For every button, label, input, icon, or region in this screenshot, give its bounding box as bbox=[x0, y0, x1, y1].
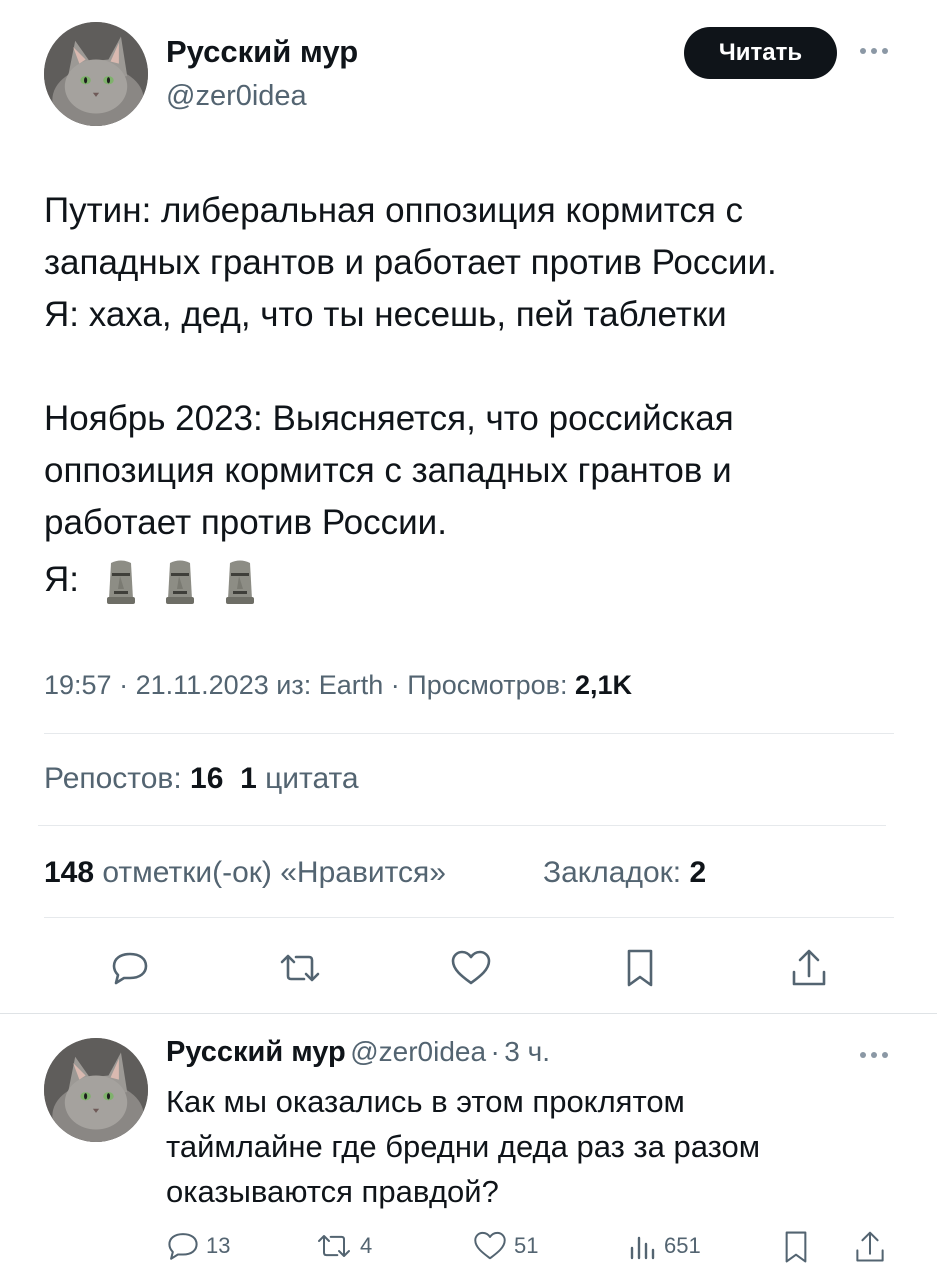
tweet-text-line: Я: bbox=[44, 560, 79, 599]
reply-reply-button[interactable]: 13 bbox=[166, 1230, 230, 1262]
quotes-count: 1 bbox=[240, 762, 257, 795]
reply-text-line: Как мы оказались в этом проклятом bbox=[166, 1084, 685, 1119]
like-button[interactable] bbox=[444, 944, 498, 992]
more-options-icon[interactable] bbox=[860, 48, 888, 54]
meta-separator: · bbox=[490, 1036, 500, 1067]
tweet-text-line: Путин: либеральная оппозиция кормится с bbox=[44, 191, 744, 230]
cat-avatar-image bbox=[44, 1038, 148, 1142]
reply-action-bar: 13 4 51 651 bbox=[166, 1230, 896, 1270]
reply-count: 13 bbox=[206, 1233, 231, 1258]
reposts-label: Репостов: bbox=[44, 762, 182, 795]
views-count: 651 bbox=[664, 1233, 701, 1258]
reply-views-button[interactable]: 651 bbox=[628, 1230, 701, 1262]
source-prefix: из: bbox=[276, 670, 312, 700]
quotes-label: цитата bbox=[265, 762, 359, 795]
bookmarks-stat[interactable]: Закладок: 2 bbox=[543, 856, 706, 890]
likes-stat[interactable]: 148 отметки(-ок) «Нравится» bbox=[44, 856, 446, 890]
like-count: 51 bbox=[514, 1233, 539, 1258]
repost-icon bbox=[280, 954, 320, 982]
divider bbox=[44, 733, 894, 734]
reply-more-options-icon[interactable] bbox=[860, 1052, 888, 1058]
repost-button[interactable] bbox=[272, 944, 328, 992]
moai-emoji-icon bbox=[226, 560, 255, 604]
avatar[interactable] bbox=[44, 22, 148, 126]
tweet-text-line: Ноябрь 2023: Выясняется, что российская bbox=[44, 399, 734, 438]
share-button[interactable] bbox=[786, 944, 832, 992]
moai-emoji-icon bbox=[166, 560, 195, 604]
moai-emoji-icon bbox=[106, 560, 135, 604]
reply-bookmark-button[interactable] bbox=[782, 1230, 810, 1264]
share-icon bbox=[792, 949, 826, 986]
bookmark-button[interactable] bbox=[618, 944, 662, 992]
repost-icon bbox=[318, 1235, 350, 1257]
like-icon bbox=[474, 1231, 506, 1260]
cat-avatar-image bbox=[44, 22, 148, 126]
reply-text-line: таймлайне где бредни деда раз за разом bbox=[166, 1129, 761, 1164]
meta-separator: · bbox=[390, 670, 408, 700]
author-handle[interactable]: @zer0idea bbox=[166, 80, 307, 113]
tweet-text-line: западных грантов и работает против Росси… bbox=[44, 243, 777, 282]
reply-icon bbox=[112, 952, 148, 985]
reply-like-button[interactable]: 51 bbox=[472, 1230, 538, 1262]
bookmarks-count: 2 bbox=[689, 856, 707, 889]
bookmark-icon bbox=[785, 1231, 807, 1263]
divider bbox=[44, 917, 894, 918]
views-icon bbox=[630, 1236, 655, 1260]
views-count: 2,1K bbox=[574, 670, 633, 700]
divider bbox=[38, 825, 886, 826]
likes-label: отметки(-ок) «Нравится» bbox=[102, 856, 446, 889]
reply-button[interactable] bbox=[104, 944, 156, 992]
tweet-text-line: Я: хаха, дед, что ты несешь, пей таблетк… bbox=[44, 295, 727, 334]
tweet-text-line: работает против России. bbox=[44, 503, 447, 542]
reply-author-name[interactable]: Русский мур bbox=[166, 1036, 346, 1068]
reply-header: Русский мур @zer0idea · 3 ч. bbox=[166, 1036, 550, 1069]
reply-icon bbox=[168, 1233, 198, 1260]
repost-count: 4 bbox=[360, 1233, 373, 1258]
reply-avatar[interactable] bbox=[44, 1038, 148, 1142]
tweet-source: Earth bbox=[318, 670, 384, 700]
views-label: Просмотров: bbox=[407, 670, 568, 700]
divider bbox=[0, 1013, 937, 1014]
tweet-text-last-line: Я: bbox=[44, 554, 258, 606]
reply-repost-button[interactable]: 4 bbox=[314, 1230, 372, 1262]
share-icon bbox=[856, 1231, 884, 1262]
like-icon bbox=[451, 950, 491, 985]
tweet-date[interactable]: 21.11.2023 bbox=[136, 670, 269, 700]
reply-text-line: оказываются правдой? bbox=[166, 1174, 499, 1209]
reposts-count: 16 bbox=[190, 762, 224, 795]
bookmarks-label: Закладок: bbox=[543, 856, 682, 889]
author-name[interactable]: Русский мур bbox=[166, 34, 358, 70]
reposts-stat[interactable]: Репостов: 16 1 цитата bbox=[44, 762, 359, 796]
tweet-text-line: оппозиция кормится с западных грантов и bbox=[44, 451, 732, 490]
reply-time[interactable]: 3 ч. bbox=[504, 1036, 550, 1067]
likes-count: 148 bbox=[44, 856, 95, 889]
meta-separator: · bbox=[119, 670, 136, 700]
reply-author-handle[interactable]: @zer0idea bbox=[350, 1036, 486, 1067]
bookmark-icon bbox=[627, 949, 653, 987]
tweet-meta: 19:57 · 21.11.2023 из: Earth · Просмотро… bbox=[44, 670, 632, 701]
tweet-time[interactable]: 19:57 bbox=[44, 670, 112, 700]
reply-share-button[interactable] bbox=[854, 1230, 886, 1264]
follow-button[interactable]: Читать bbox=[684, 27, 837, 79]
